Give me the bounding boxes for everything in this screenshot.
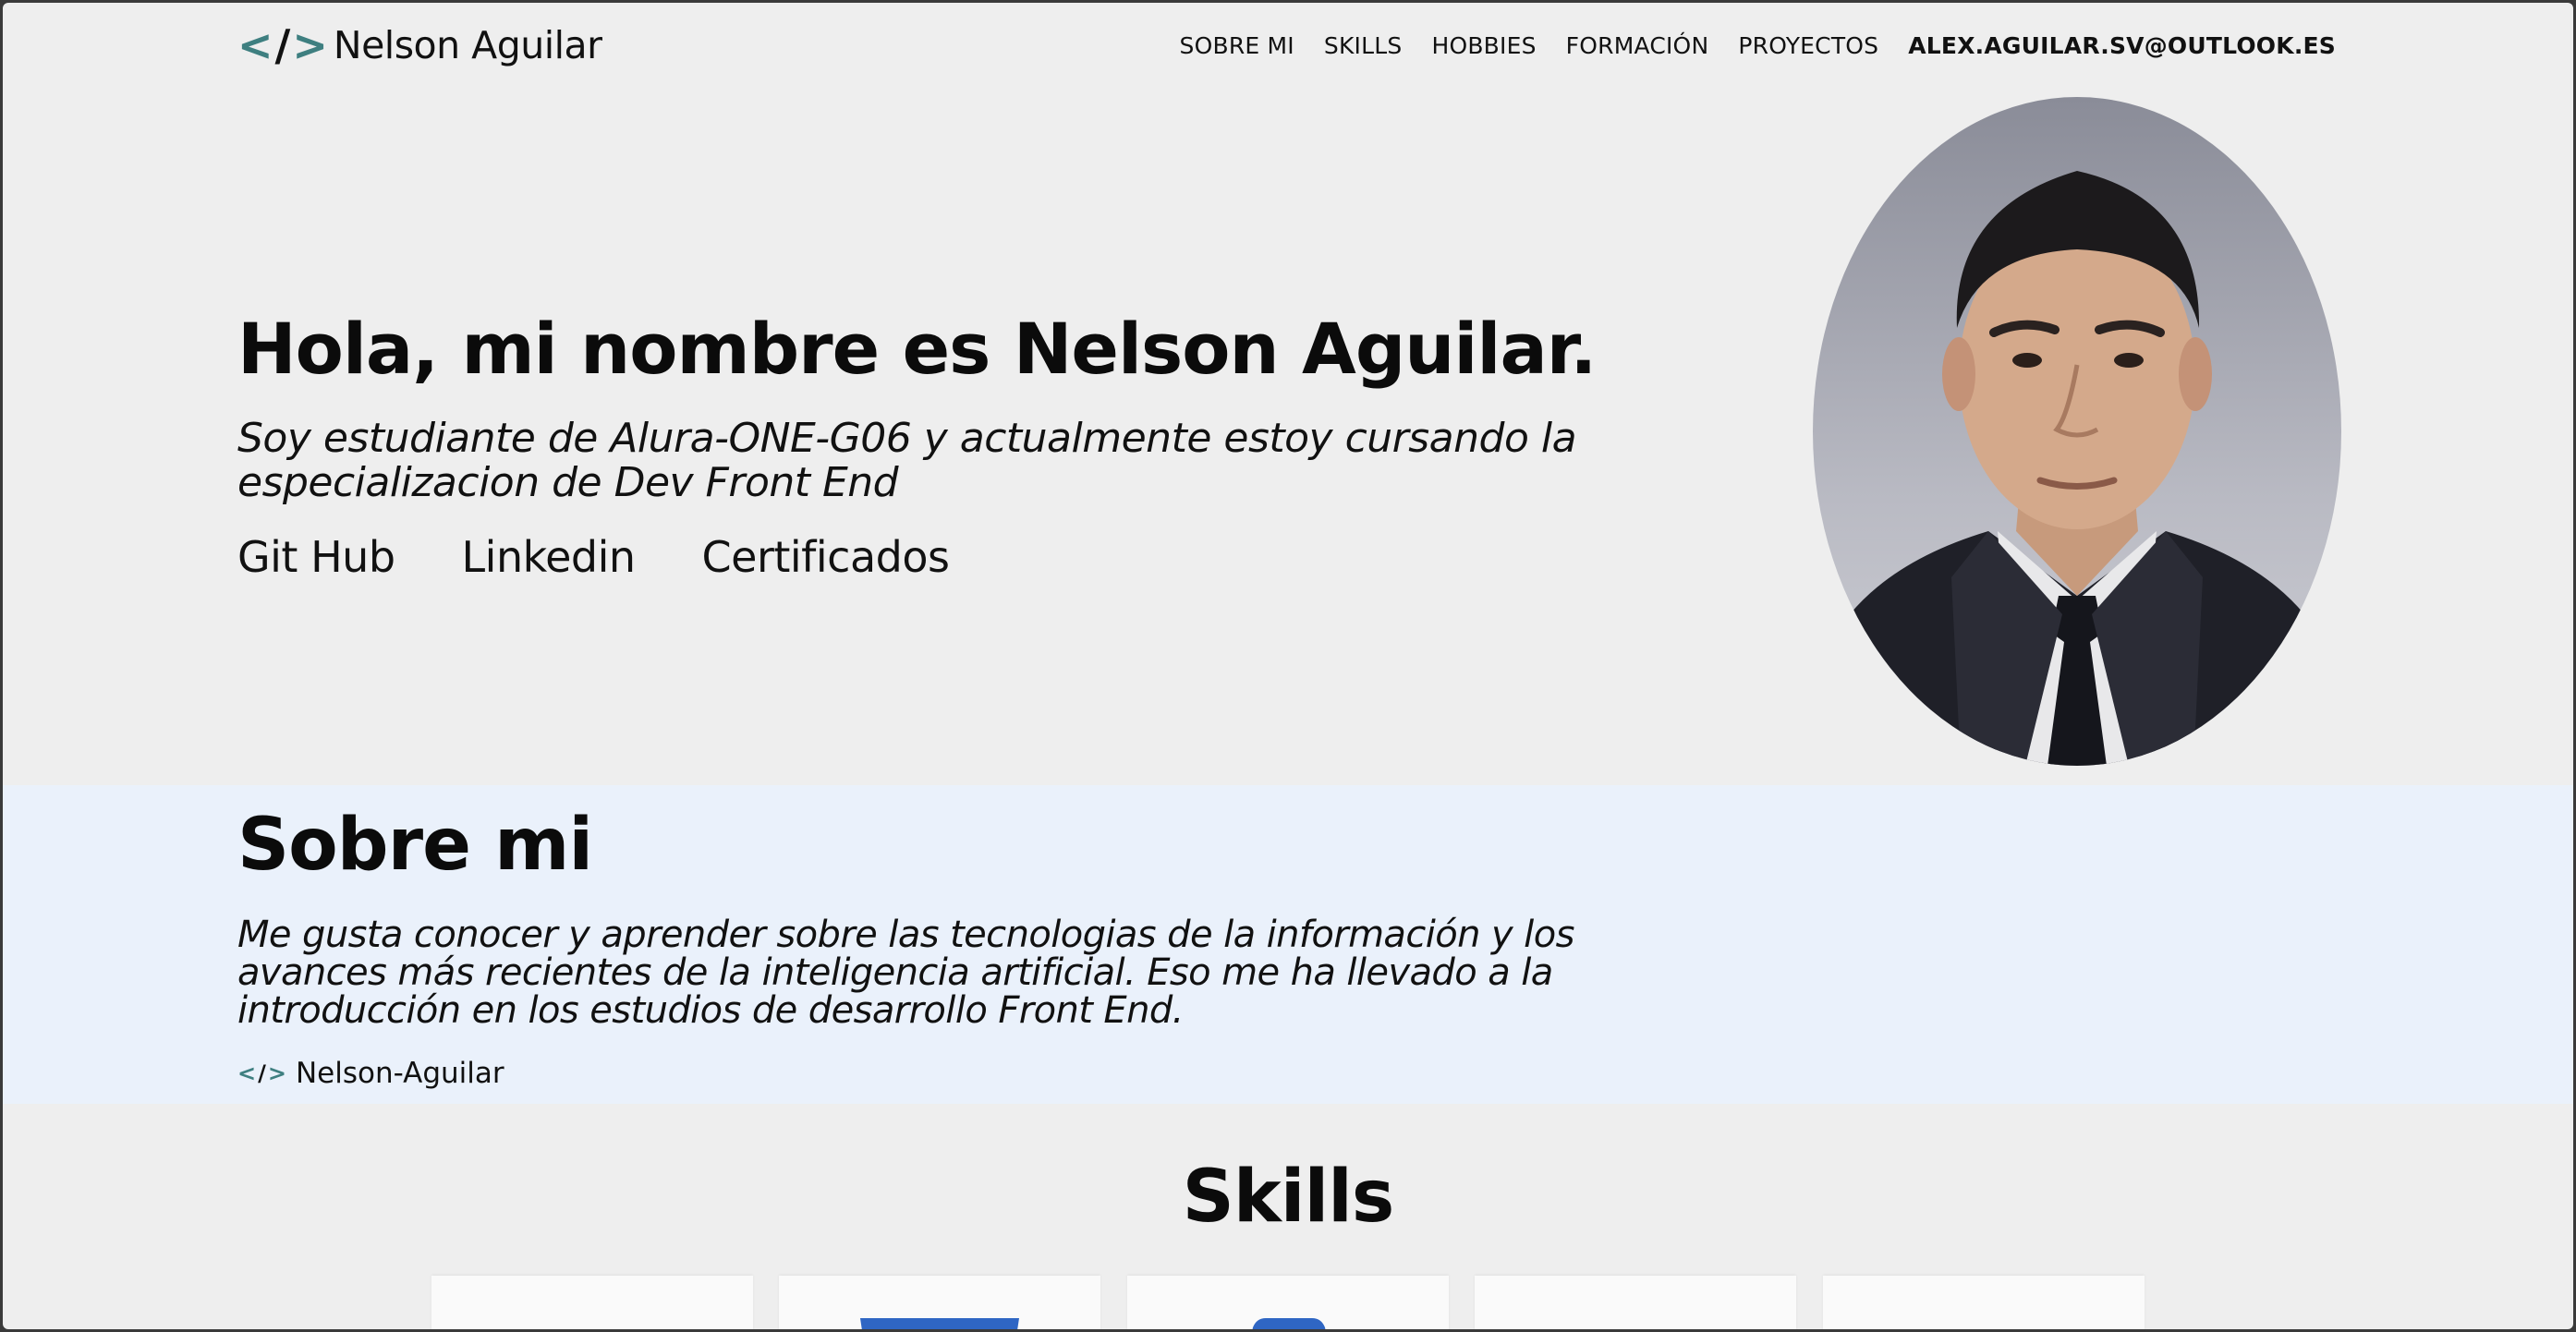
main-nav: SOBRE MI SKILLS HOBBIES FORMACIÓN PROYEC… — [1180, 32, 2336, 59]
hero-subtitle: Soy estudiante de Alura-ONE-G06 y actual… — [237, 415, 1577, 506]
github-link[interactable]: Git Hub — [237, 532, 395, 582]
profile-photo — [1813, 97, 2341, 766]
skill-card — [1127, 1276, 1449, 1329]
site-logo[interactable]: < / > Nelson Aguilar — [237, 20, 602, 70]
skills-title: Skills — [1182, 1156, 1395, 1239]
hero-links: Git Hub Linkedin Certificados — [237, 532, 950, 582]
skill-card — [1475, 1276, 1796, 1329]
nav-email-link[interactable]: ALEX.AGUILAR.SV@OUTLOOK.ES — [1908, 32, 2336, 59]
about-section: Sobre mi Me gusta conocer y aprender sob… — [3, 785, 2573, 1104]
nav-hobbies[interactable]: HOBBIES — [1431, 32, 1536, 59]
code-brackets-icon: < / > — [237, 20, 328, 70]
skill-card — [431, 1276, 753, 1329]
signature-name: Nelson-Aguilar — [295, 1057, 504, 1090]
skill-card — [779, 1276, 1100, 1329]
html5-icon — [860, 1318, 1019, 1329]
code-brackets-icon: < / > — [237, 1060, 286, 1086]
about-title: Sobre mi — [237, 804, 593, 887]
nav-skills[interactable]: SKILLS — [1324, 32, 1403, 59]
portrait-illustration — [1831, 171, 2323, 766]
hero-title: Hola, mi nombre es Nelson Aguilar. — [237, 308, 1597, 390]
about-text: Me gusta conocer y aprender sobre las te… — [237, 914, 1574, 1032]
css3-icon — [1252, 1318, 1326, 1329]
nav-formacion[interactable]: FORMACIÓN — [1566, 32, 1709, 59]
certificados-link[interactable]: Certificados — [702, 532, 950, 582]
skill-card — [1823, 1276, 2145, 1329]
linkedin-link[interactable]: Linkedin — [462, 532, 637, 582]
logo-name: Nelson Aguilar — [333, 23, 602, 67]
about-signature: < / > Nelson-Aguilar — [237, 1057, 504, 1090]
browser-viewport: < / > Nelson Aguilar SOBRE MI SKILLS HOBBI… — [3, 3, 2573, 1329]
nav-sobre-mi[interactable]: SOBRE MI — [1180, 32, 1294, 59]
nav-proyectos[interactable]: PROYECTOS — [1738, 32, 1878, 59]
